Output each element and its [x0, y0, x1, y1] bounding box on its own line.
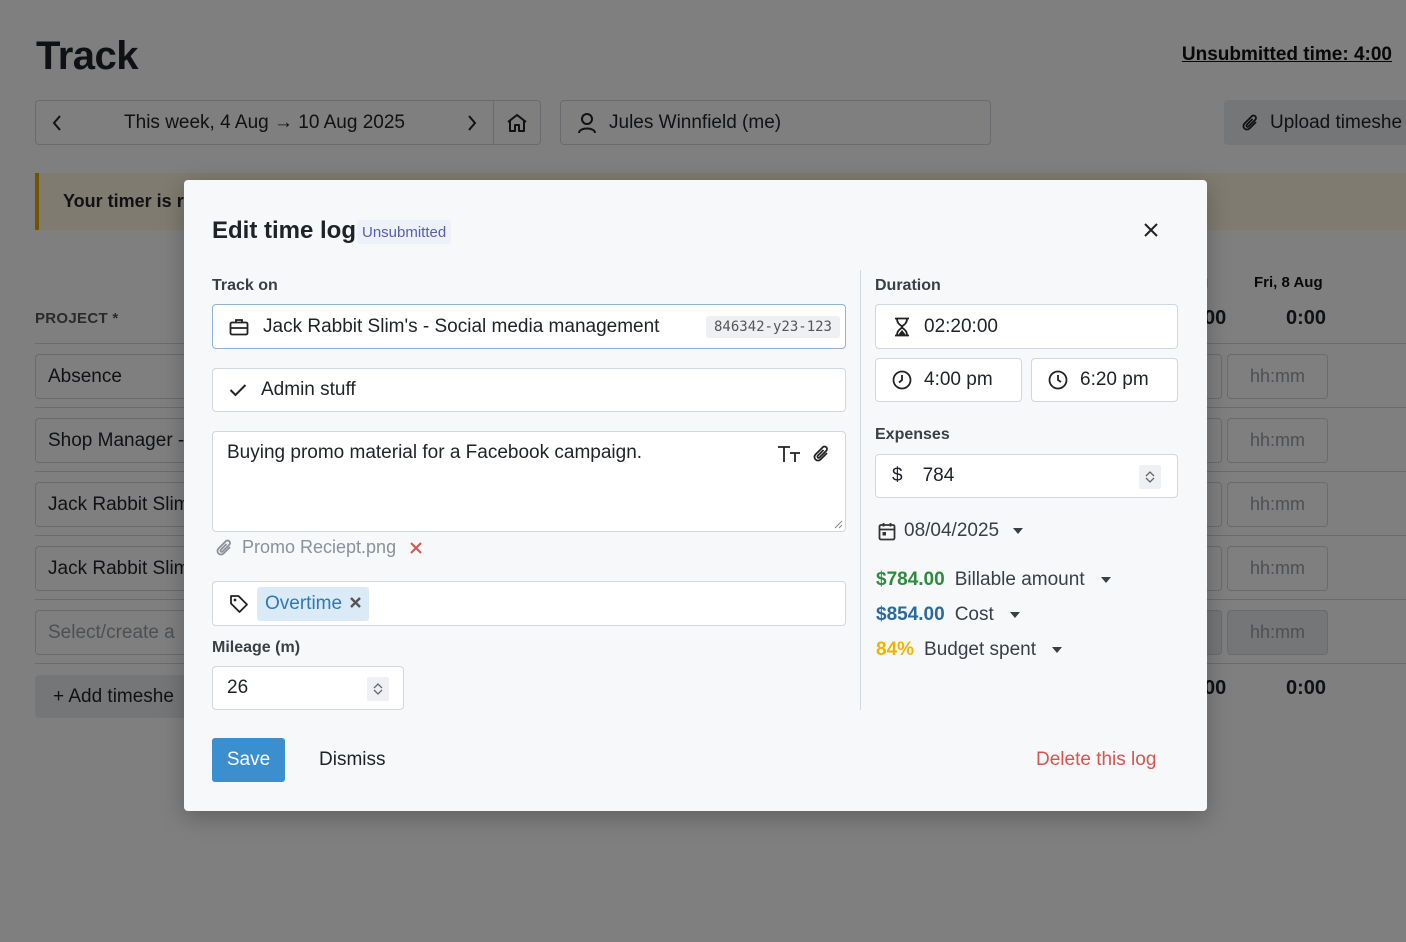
- project-name: Jack Rabbit Slim's - Social media manage…: [263, 315, 660, 337]
- mileage-value: 26: [227, 677, 249, 698]
- caret-down-icon: [1100, 577, 1111, 583]
- paperclip-icon: [813, 445, 828, 462]
- notes-toolbar: [777, 444, 831, 470]
- resize-grip-icon[interactable]: [833, 519, 843, 529]
- tag-chip: Overtime: [257, 586, 370, 621]
- text-size-icon: [778, 446, 800, 462]
- task-name: Admin stuff: [261, 379, 356, 400]
- notes-textarea[interactable]: Buying promo material for a Facebook cam…: [212, 431, 846, 532]
- currency-symbol: $: [892, 465, 903, 486]
- duration-input[interactable]: 02:20:00: [875, 304, 1178, 349]
- task-field[interactable]: Admin stuff: [212, 368, 846, 412]
- duration-value: 02:20:00: [924, 315, 998, 337]
- chevron-down-icon: [373, 689, 383, 695]
- status-badge: Unsubmitted: [357, 220, 452, 244]
- expenses-stepper[interactable]: [1139, 465, 1161, 489]
- caret-down-icon: [1013, 528, 1024, 534]
- remove-tag-button[interactable]: [350, 595, 361, 613]
- edit-time-log-dialog: Edit time log Unsubmitted Track on Jack …: [184, 180, 1207, 811]
- text-format-button[interactable]: [777, 444, 803, 470]
- cost-value: $854.00: [876, 604, 945, 625]
- close-icon: [1144, 223, 1158, 237]
- cost-toggle[interactable]: $854.00 Cost: [876, 604, 1020, 626]
- chevron-up-icon: [373, 683, 383, 689]
- mileage-input[interactable]: 26: [212, 666, 404, 710]
- dialog-title: Edit time log: [212, 217, 356, 244]
- notes-text: Buying promo material for a Facebook cam…: [227, 442, 643, 463]
- start-time-value: 4:00 pm: [924, 369, 993, 390]
- hourglass-icon: [895, 317, 909, 336]
- end-time-value: 6:20 pm: [1080, 369, 1149, 390]
- cost-label: Cost: [954, 604, 994, 625]
- dismiss-button[interactable]: Dismiss: [319, 738, 386, 782]
- remove-attachment-button[interactable]: [410, 538, 422, 558]
- billable-amount-toggle[interactable]: $784.00 Billable amount: [876, 569, 1111, 591]
- tag-icon: [230, 594, 248, 613]
- end-time-input[interactable]: 6:20 pm: [1031, 358, 1178, 402]
- calendar-icon: [878, 522, 896, 540]
- project-field[interactable]: Jack Rabbit Slim's - Social media manage…: [212, 304, 846, 349]
- close-icon: [350, 596, 361, 608]
- billable-label: Billable amount: [954, 569, 1085, 590]
- paperclip-icon: [216, 539, 231, 555]
- attach-file-button[interactable]: [813, 444, 831, 470]
- close-button[interactable]: [1141, 219, 1161, 241]
- tags-field[interactable]: Overtime: [212, 581, 846, 626]
- save-button[interactable]: Save: [212, 738, 285, 782]
- clock-icon: [892, 370, 912, 390]
- attachment-item: Promo Reciept.png: [216, 537, 422, 558]
- date-picker[interactable]: 08/04/2025: [878, 520, 1024, 542]
- mileage-stepper[interactable]: [367, 677, 389, 701]
- briefcase-icon: [229, 318, 249, 335]
- chevron-up-icon: [1145, 471, 1155, 477]
- check-icon: [229, 384, 247, 397]
- column-divider: [860, 270, 861, 710]
- chevron-down-icon: [1145, 477, 1155, 483]
- start-time-input[interactable]: 4:00 pm: [875, 358, 1022, 402]
- project-code: 846342-y23-123: [705, 315, 840, 338]
- budget-value: 84%: [876, 639, 915, 660]
- billable-value: $784.00: [876, 569, 945, 590]
- attachment-filename[interactable]: Promo Reciept.png: [242, 537, 396, 558]
- tag-label: Overtime: [265, 592, 343, 614]
- duration-label: Duration: [875, 277, 941, 294]
- expenses-input[interactable]: $ 784: [875, 454, 1178, 498]
- date-value: 08/04/2025: [904, 520, 1000, 541]
- track-on-label: Track on: [212, 277, 278, 294]
- expenses-value: 784: [922, 465, 955, 486]
- clock-icon: [1048, 370, 1068, 390]
- close-icon: [410, 541, 422, 554]
- expenses-label: Expenses: [875, 426, 950, 443]
- caret-down-icon: [1052, 647, 1063, 653]
- mileage-label: Mileage (m): [212, 639, 301, 656]
- delete-log-button[interactable]: Delete this log: [1036, 738, 1156, 782]
- budget-label: Budget spent: [924, 639, 1037, 660]
- budget-spent-toggle[interactable]: 84% Budget spent: [876, 639, 1063, 661]
- caret-down-icon: [1009, 612, 1020, 618]
